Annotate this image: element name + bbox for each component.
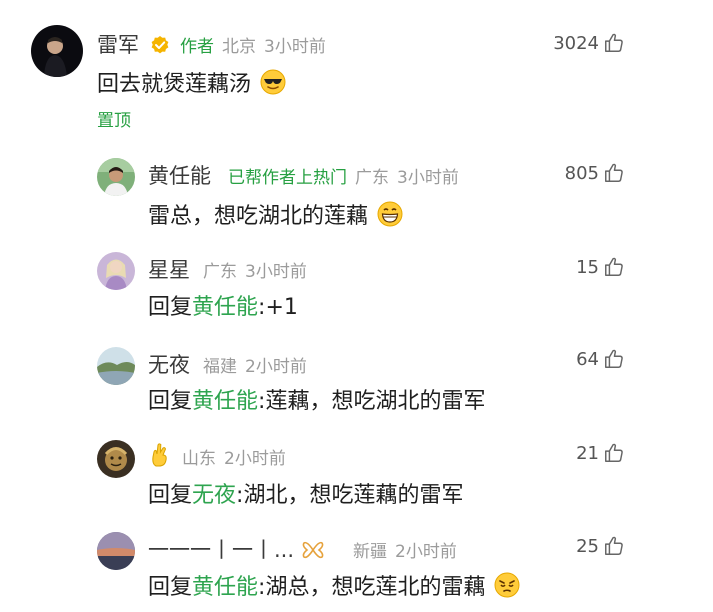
hot-tag: 已帮作者上热门 <box>228 168 347 188</box>
like-button[interactable]: 15 <box>576 256 625 278</box>
avatar[interactable] <box>31 25 83 77</box>
avatar[interactable] <box>97 252 135 290</box>
crossed-fingers-emoji-icon <box>152 443 167 467</box>
reply-item: 山东 2小时前 21 回复无夜:湖北，想吃莲藕的雷军 <box>0 430 713 525</box>
like-count: 805 <box>564 162 599 184</box>
reply-target[interactable]: 黄任能 <box>192 295 258 320</box>
like-button[interactable]: 64 <box>576 348 625 370</box>
location: 山东 <box>182 449 216 469</box>
location: 广东 <box>355 168 389 188</box>
like-count: 64 <box>576 348 599 370</box>
grinning-emoji-icon <box>377 201 403 227</box>
user-name[interactable]: 一一一丨一丨... <box>148 534 325 564</box>
pinned-label: 置顶 <box>97 111 131 131</box>
location: 新疆 <box>353 542 387 562</box>
timestamp: 2小时前 <box>245 357 307 377</box>
like-button[interactable]: 21 <box>576 442 625 464</box>
thumbs-up-icon <box>605 443 623 462</box>
author-name[interactable]: 雷军 <box>97 29 174 59</box>
user-name[interactable] <box>148 442 172 469</box>
avatar[interactable] <box>97 532 135 570</box>
avatar[interactable] <box>97 440 135 478</box>
user-name[interactable]: 黄任能 <box>148 160 211 190</box>
timestamp: 3小时前 <box>245 262 307 282</box>
comment-meta: 新疆 2小时前 <box>353 537 465 562</box>
bow-emoji-icon <box>302 541 324 559</box>
pouting-emoji-icon <box>494 572 520 598</box>
comment-item: 雷军 作者 北京 3小时前 3024 回去就煲莲藕汤 置顶 <box>0 0 713 140</box>
location: 福建 <box>203 357 237 377</box>
avatar[interactable] <box>97 347 135 385</box>
comment-text: 雷总，想吃湖北的莲藕 <box>148 198 403 230</box>
like-button[interactable]: 805 <box>565 162 625 184</box>
thumbs-up-icon <box>605 257 623 276</box>
comment-text: 回复无夜:湖北，想吃莲藕的雷军 <box>148 483 464 508</box>
reply-item: 无夜 福建 2小时前 64 回复黄任能:莲藕，想吃湖北的雷军 <box>0 335 713 430</box>
reply-target[interactable]: 黄任能 <box>192 575 258 600</box>
verified-badge-icon <box>151 36 169 54</box>
comment-meta: 作者 北京 3小时前 <box>180 32 334 57</box>
like-button[interactable]: 25 <box>576 535 625 557</box>
user-name[interactable]: 星星 <box>148 254 190 284</box>
reply-target[interactable]: 黄任能 <box>192 389 258 414</box>
reply-item: 星星 广东 3小时前 15 回复黄任能:+1 <box>0 240 713 335</box>
timestamp: 3小时前 <box>397 168 459 188</box>
comment-meta: 已帮作者上热门 广东 3小时前 <box>228 163 467 188</box>
timestamp: 2小时前 <box>224 449 286 469</box>
like-count: 25 <box>576 535 599 557</box>
like-button[interactable]: 3024 <box>553 32 625 54</box>
thumbs-up-icon <box>605 163 623 182</box>
user-name[interactable]: 无夜 <box>148 349 190 379</box>
sunglasses-emoji-icon <box>260 69 286 95</box>
reply-target[interactable]: 无夜 <box>192 483 236 508</box>
comment-text: 回复黄任能:湖总，想吃莲北的雷藕 <box>148 569 520 601</box>
location: 广东 <box>203 262 237 282</box>
comment-meta: 山东 2小时前 <box>182 444 294 469</box>
thumbs-up-icon <box>605 33 623 52</box>
thumbs-up-icon <box>605 536 623 555</box>
location: 北京 <box>222 37 256 57</box>
author-tag: 作者 <box>180 37 214 57</box>
reply-item: 一一一丨一丨... 新疆 2小时前 25 回复黄任能:湖总，想吃莲北的雷藕 <box>0 525 713 612</box>
like-count: 15 <box>576 256 599 278</box>
comment-text: 回复黄任能:+1 <box>148 295 298 320</box>
comment-meta: 福建 2小时前 <box>203 352 315 377</box>
comment-meta: 广东 3小时前 <box>203 257 315 282</box>
thumbs-up-icon <box>605 349 623 368</box>
comment-text: 回复黄任能:莲藕，想吃湖北的雷军 <box>148 389 486 414</box>
like-count: 21 <box>576 442 599 464</box>
avatar[interactable] <box>97 158 135 196</box>
comment-text: 回去就煲莲藕汤 <box>97 66 286 98</box>
timestamp: 2小时前 <box>395 542 457 562</box>
reply-item: 黄任能 已帮作者上热门 广东 3小时前 805 雷总，想吃湖北的莲藕 <box>0 140 713 240</box>
like-count: 3024 <box>553 32 599 54</box>
timestamp: 3小时前 <box>264 37 326 57</box>
